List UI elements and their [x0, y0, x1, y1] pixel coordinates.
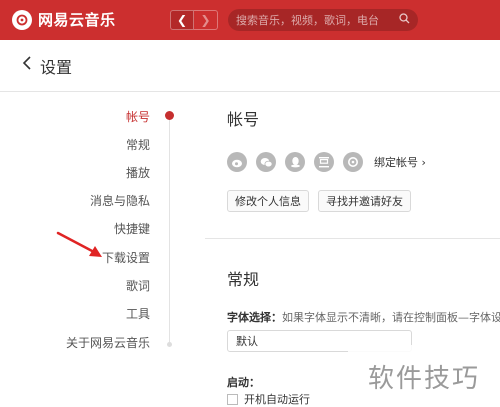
top-bar: 网易云音乐 ❮ ❯ 搜索音乐，视频，歌词，电台: [0, 0, 500, 40]
autostart-checkbox[interactable]: [227, 393, 238, 405]
chevron-right-icon: ›: [421, 156, 426, 169]
nav-timeline: [169, 114, 170, 344]
bind-account-link[interactable]: 绑定帐号 ›: [374, 154, 426, 170]
startup-label: 启动：: [227, 376, 260, 389]
sidebar-item-general[interactable]: 常规: [126, 136, 150, 153]
qq-icon[interactable]: [285, 152, 305, 172]
sidebar-item-tools[interactable]: 工具: [126, 305, 150, 322]
font-label: 字体选择：: [227, 311, 282, 324]
font-setting-row: 字体选择：如果字体显示不清晰，请在控制面板—字体设置: [227, 309, 500, 325]
font-hint: 如果字体显示不清晰，请在控制面板—字体设置: [282, 311, 500, 324]
app-title: 网易云音乐: [38, 11, 116, 29]
annotation-arrow-icon: [56, 231, 102, 257]
autostart-row: 开机自动运行: [227, 391, 310, 407]
settings-header: 设置: [0, 40, 500, 92]
search-input[interactable]: 搜索音乐，视频，歌词，电台: [236, 12, 399, 28]
sidebar-item-download[interactable]: 下载设置: [102, 249, 150, 266]
sidebar-item-privacy[interactable]: 消息与隐私: [90, 192, 150, 209]
back-chevron-icon[interactable]: [22, 55, 32, 76]
page-title: 设置: [40, 57, 73, 77]
account-section-title: 帐号: [227, 110, 260, 129]
sidebar-item-shortcuts[interactable]: 快捷键: [114, 220, 150, 237]
section-divider: [205, 238, 500, 239]
social-bind-row: 绑定帐号 ›: [227, 152, 426, 172]
chevron-right-icon: ❯: [200, 13, 211, 27]
yixin-icon[interactable]: [343, 152, 363, 172]
sidebar-item-about[interactable]: 关于网易云音乐: [66, 334, 150, 351]
find-friends-button[interactable]: 寻找并邀请好友: [318, 190, 411, 212]
watermark-text: 软件技巧: [367, 363, 480, 394]
watermark: 软件技巧: [348, 345, 500, 407]
sidebar-item-lyrics[interactable]: 歌词: [126, 277, 150, 294]
app-logo[interactable]: 网易云音乐: [12, 9, 116, 30]
netease-music-logo-icon: [12, 9, 32, 30]
sidebar-item-account[interactable]: 帐号: [126, 108, 150, 125]
autostart-label: 开机自动运行: [244, 393, 310, 406]
edit-profile-button[interactable]: 修改个人信息: [227, 190, 309, 212]
font-select-value: 默认: [236, 335, 258, 348]
history-nav: ❮ ❯: [170, 10, 218, 30]
back-button[interactable]: ❮: [170, 10, 194, 30]
nav-end-dot: [167, 342, 172, 347]
sidebar-item-playback[interactable]: 播放: [126, 164, 150, 181]
chevron-left-icon: ❮: [176, 13, 188, 27]
general-section-title: 常规: [227, 270, 260, 289]
nav-active-dot: [165, 111, 174, 120]
douban-icon[interactable]: [314, 152, 334, 172]
search-icon[interactable]: [399, 13, 410, 27]
weibo-icon[interactable]: [227, 152, 247, 172]
search-box[interactable]: 搜索音乐，视频，歌词，电台: [228, 9, 418, 31]
wechat-icon[interactable]: [256, 152, 276, 172]
forward-button[interactable]: ❯: [194, 10, 218, 30]
